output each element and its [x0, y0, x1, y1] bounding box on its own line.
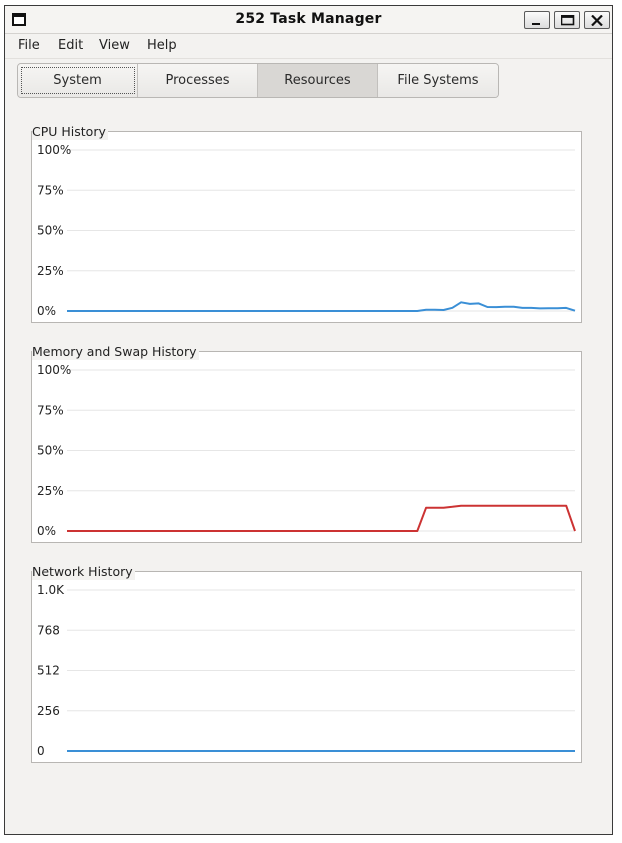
- network-tick-label: 512: [37, 664, 60, 678]
- cpu-tick-label: 75%: [37, 183, 64, 197]
- memory-tick-label: 50%: [37, 444, 64, 458]
- cpu-tick-label: 25%: [37, 264, 64, 278]
- menu-edit[interactable]: Edit: [58, 38, 83, 53]
- network-tick-label: 1.0K: [37, 583, 65, 597]
- menu-bar: File Edit View Help: [5, 34, 612, 59]
- window-title: 252 Task Manager: [235, 11, 382, 27]
- network-tick-label: 0: [37, 744, 45, 758]
- memory-tick-label: 100%: [37, 363, 71, 377]
- memory-swap-history-chart: 100% 75% 50% 25% 0%: [37, 363, 576, 538]
- close-icon: [591, 15, 603, 26]
- task-manager-window: 252 Task Manager File Edit View Help Sys…: [4, 5, 613, 835]
- memory-tick-label: 25%: [37, 484, 64, 498]
- minimize-button[interactable]: [524, 11, 550, 29]
- network-tick-label: 256: [37, 704, 60, 718]
- tab-bar: System Processes Resources File Systems: [17, 63, 499, 98]
- network-history-panel: Network History 1.0K 768 512 256 0: [31, 563, 582, 763]
- memory-tick-label: 0%: [37, 524, 56, 538]
- cpu-series-line: [67, 301, 576, 312]
- cpu-history-panel: CPU History 100% 75% 50% 25% 0%: [31, 123, 582, 323]
- menu-file[interactable]: File: [18, 38, 40, 53]
- network-history-chart: 1.0K 768 512 256 0: [37, 583, 575, 758]
- maximize-button[interactable]: [554, 11, 580, 29]
- minimize-icon: [532, 23, 540, 25]
- tab-system[interactable]: System: [18, 64, 138, 97]
- cpu-history-chart: 100% 75% 50% 25% 0%: [37, 143, 576, 318]
- maximize-icon: [561, 15, 575, 26]
- tab-file-systems[interactable]: File Systems: [378, 64, 498, 97]
- title-bar[interactable]: 252 Task Manager: [5, 6, 612, 34]
- memory-swap-history-panel: Memory and Swap History 100% 75% 50% 25% 0%: [31, 343, 582, 543]
- menu-help[interactable]: Help: [147, 38, 177, 53]
- memory-series-line: [67, 504, 576, 532]
- memory-tick-label: 75%: [37, 403, 64, 417]
- cpu-tick-label: 0%: [37, 304, 56, 318]
- tab-processes[interactable]: Processes: [138, 64, 258, 97]
- cpu-tick-label: 50%: [37, 224, 64, 238]
- tab-resources[interactable]: Resources: [258, 64, 378, 97]
- network-tick-label: 768: [37, 623, 60, 637]
- close-button[interactable]: [584, 11, 610, 29]
- cpu-tick-label: 100%: [37, 143, 71, 157]
- menu-view[interactable]: View: [99, 38, 130, 53]
